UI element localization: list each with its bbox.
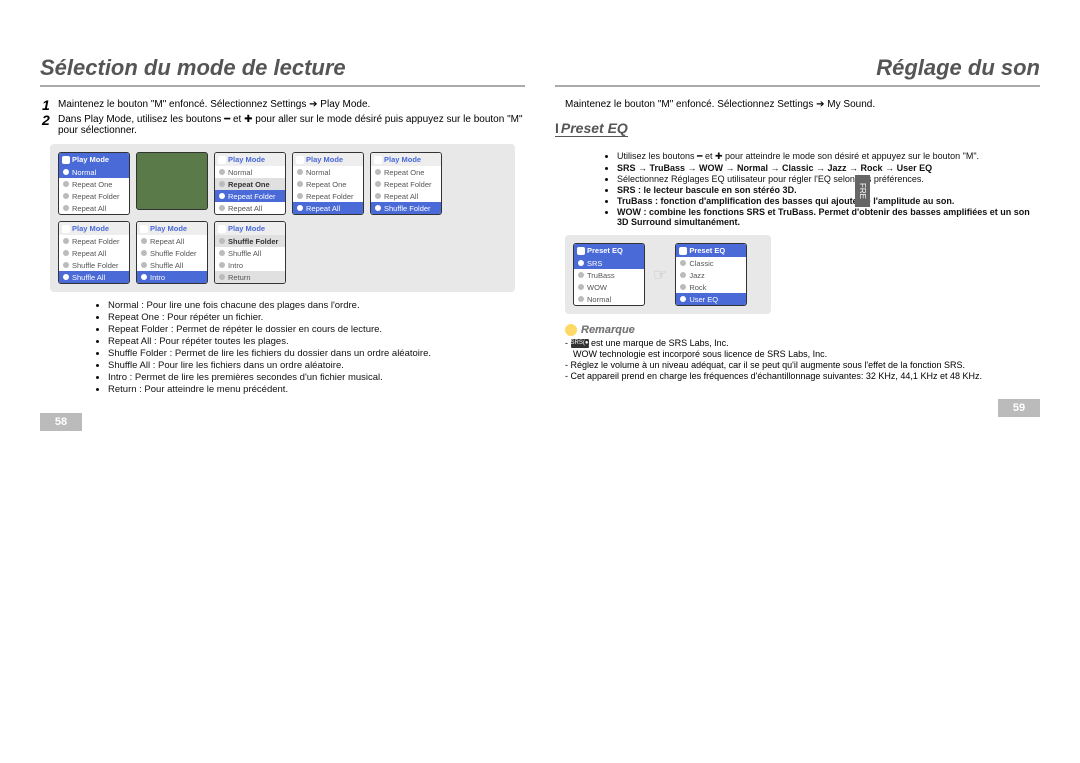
user-eq-text: Sélectionnez Réglages EQ utilisateur pou…	[617, 174, 1040, 184]
gear-icon	[218, 225, 226, 233]
note-sample-rates: - Cet appareil prend en charge les fréqu…	[565, 371, 1040, 381]
headline-bar-right: Réglage du son	[555, 55, 1040, 87]
page-number-right: 59	[998, 399, 1040, 417]
desc-return: Return : Pour atteindre le menu précéden…	[108, 384, 525, 395]
playmode-descriptions: Normal : Pour lire une fois chacune des …	[68, 300, 525, 395]
playmode-panel-6: Play Mode Repeat All Shuffle Folder Shuf…	[136, 221, 208, 284]
desc-repeat-one: Repeat One : Pour répéter un fichier.	[108, 312, 525, 323]
preset-eq-list: Utilisez les boutons ━ et ✚ pour atteind…	[577, 151, 1040, 227]
footer-right: 59	[555, 399, 1040, 417]
playmode-panel-7: Play Mode Shuffle Folder Shuffle All Int…	[214, 221, 286, 284]
page-title-left: Sélection du mode de lecture	[40, 55, 525, 81]
page-title-right: Réglage du son	[555, 55, 1040, 81]
gear-icon	[374, 156, 382, 164]
gear-icon	[296, 156, 304, 164]
gear-icon	[218, 156, 226, 164]
intro-text: Maintenez le bouton "M" enfoncé. Sélecti…	[565, 99, 875, 110]
page-right: Réglage du son Maintenez le bouton "M" e…	[555, 55, 1040, 431]
playmode-panel-1: Play Mode Normal Repeat One Repeat Folde…	[58, 152, 130, 215]
note-icon	[565, 324, 577, 336]
desc-shuffle-folder: Shuffle Folder : Permet de lire les fich…	[108, 348, 525, 359]
intro-step: Maintenez le bouton "M" enfoncé. Sélecti…	[565, 99, 1040, 110]
headline-bar: Sélection du mode de lecture	[40, 55, 525, 87]
device-screen-icon	[136, 152, 208, 210]
remark-notes: - SRS(●) est une marque de SRS Labs, Inc…	[565, 338, 1040, 381]
step-1-text: Maintenez le bouton "M" enfoncé. Sélecti…	[58, 99, 370, 110]
gear-icon	[62, 225, 70, 233]
playmode-panel-5: Play Mode Repeat Folder Repeat All Shuff…	[58, 221, 130, 284]
note-volume: - Réglez le volume à un niveau adéquat, …	[565, 360, 1040, 370]
step-number-1: 1	[42, 97, 50, 113]
eq-icon	[679, 247, 687, 255]
eq-options-row: SRS → TruBass → WOW → Normal → Classic →…	[617, 163, 1040, 173]
page-number-left: 58	[40, 413, 82, 431]
srs-logo-icon: SRS(●)	[571, 339, 589, 348]
trubass-desc: TruBass : fonction d'amplification des b…	[617, 196, 1040, 206]
use-buttons-text: Utilisez les boutons ━ et ✚ pour atteind…	[617, 151, 1040, 162]
language-tab: FRE	[855, 175, 870, 207]
desc-normal: Normal : Pour lire une fois chacune des …	[108, 300, 525, 311]
note-wow-license: WOW technologie est incorporé sous licen…	[565, 349, 1040, 359]
remark-label: Remarque	[581, 324, 635, 336]
footer-left: 58	[40, 413, 525, 431]
desc-repeat-all: Repeat All : Pour répéter toutes les pla…	[108, 336, 525, 347]
preset-eq-panel-2: Preset EQ Classic Jazz Rock User EQ	[675, 243, 747, 306]
playmode-panels: Play Mode Normal Repeat One Repeat Folde…	[50, 144, 515, 292]
desc-intro: Intro : Permet de lire les premières sec…	[108, 372, 525, 383]
wow-desc: WOW : combine les fonctions SRS et TruBa…	[617, 207, 1040, 227]
step-1: 1 Maintenez le bouton "M" enfoncé. Sélec…	[58, 99, 525, 110]
eq-icon	[577, 247, 585, 255]
preset-eq-panel-1: Preset EQ SRS TruBass WOW Normal	[573, 243, 645, 306]
desc-shuffle-all: Shuffle All : Pour lire les fichiers dan…	[108, 360, 525, 371]
page-left: Sélection du mode de lecture 1 Maintenez…	[40, 55, 525, 431]
srs-desc: SRS : le lecteur bascule en son stéréo 3…	[617, 185, 1040, 195]
desc-repeat-folder: Repeat Folder : Permet de répéter le dos…	[108, 324, 525, 335]
remark-header: Remarque	[565, 324, 1040, 336]
gear-icon	[62, 156, 70, 164]
note-srs-trademark: - SRS(●) est une marque de SRS Labs, Inc…	[565, 338, 1040, 348]
step-2: 2 Dans Play Mode, utilisez les boutons ━…	[58, 114, 525, 136]
step-2-text: Dans Play Mode, utilisez les boutons ━ e…	[58, 114, 523, 136]
playmode-panel-3: Play Mode Normal Repeat One Repeat Folde…	[292, 152, 364, 215]
preset-eq-panels: Preset EQ SRS TruBass WOW Normal ☞ Prese…	[565, 235, 771, 314]
playmode-panel-4: Play Mode Repeat One Repeat Folder Repea…	[370, 152, 442, 215]
step-number-2: 2	[42, 112, 50, 128]
gear-icon	[140, 225, 148, 233]
section-preset-eq: IPreset EQ	[555, 120, 628, 137]
playmode-panel-2: Play Mode Normal Repeat One Repeat Folde…	[214, 152, 286, 215]
hand-pointer-icon: ☞	[653, 265, 667, 285]
